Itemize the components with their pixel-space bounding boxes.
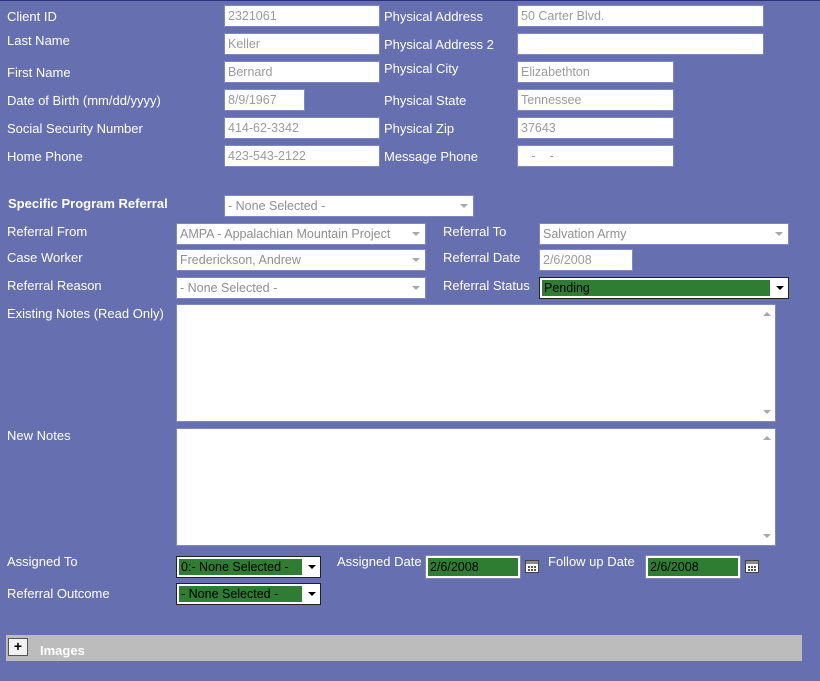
scroll-up-icon[interactable] [763, 312, 771, 316]
images-section-bar[interactable]: + Images [6, 635, 802, 661]
referral-status-value: Pending [542, 280, 770, 296]
physical-zip-field[interactable]: 37643 [517, 117, 674, 139]
home-phone-field[interactable]: 423-543-2122 [224, 145, 380, 167]
referral-reason-value: - None Selected - [180, 281, 278, 295]
top-border [0, 0, 820, 1]
assigned-to-select[interactable]: 0:- None Selected - [176, 556, 321, 578]
calendar-icon[interactable] [525, 560, 539, 573]
physical-address2-field[interactable] [517, 33, 764, 55]
new-notes-scrollbar[interactable] [759, 429, 775, 545]
referral-from-select[interactable]: AMPA - Appalachian Mountain Project [176, 223, 426, 245]
expand-images-button[interactable]: + [8, 638, 28, 656]
first-name-label: First Name [7, 65, 71, 80]
scroll-down-icon[interactable] [763, 410, 771, 414]
chevron-down-icon [776, 286, 784, 290]
chevron-down-icon [460, 204, 468, 208]
last-name-label: Last Name [7, 33, 70, 48]
client-id-label: Client ID [7, 9, 57, 24]
referral-status-select[interactable]: Pending [539, 277, 789, 299]
existing-notes-textarea[interactable] [176, 304, 776, 422]
assigned-date-field[interactable]: 2/6/2008 [425, 555, 521, 579]
referral-from-label: Referral From [7, 224, 88, 239]
dob-label: Date of Birth (mm/dd/yyyy) [7, 93, 161, 108]
physical-zip-label: Physical Zip [384, 121, 455, 136]
chevron-down-icon [308, 565, 316, 569]
case-worker-label: Case Worker [7, 250, 83, 265]
scroll-up-icon[interactable] [763, 436, 771, 440]
followup-date-label: Follow up Date [548, 554, 635, 569]
existing-notes-label: Existing Notes (Read Only) [7, 306, 164, 321]
physical-state-field[interactable]: Tennessee [517, 89, 674, 111]
referral-status-label: Referral Status [443, 278, 530, 293]
referral-date-field[interactable]: 2/6/2008 [539, 249, 633, 271]
new-notes-textarea[interactable] [176, 428, 776, 546]
chevron-down-icon [412, 258, 420, 262]
physical-city-label: Physical City [384, 61, 459, 76]
dob-field[interactable]: 8/9/1967 [224, 89, 305, 111]
referral-to-value: Salvation Army [543, 227, 627, 241]
physical-city-field[interactable]: Elizabethton [517, 61, 674, 83]
physical-state-label: Physical State [384, 93, 467, 108]
referral-reason-select[interactable]: - None Selected - [176, 277, 426, 299]
followup-date-field[interactable]: 2/6/2008 [645, 555, 741, 579]
chevron-down-icon [775, 232, 783, 236]
specific-program-value: - None Selected - [228, 199, 326, 213]
referral-to-label: Referral To [443, 224, 507, 239]
assigned-to-label: Assigned To [7, 554, 78, 569]
new-notes-label: New Notes [7, 428, 71, 443]
first-name-field[interactable]: Bernard [224, 61, 380, 83]
scroll-down-icon[interactable] [763, 534, 771, 538]
assigned-date-label: Assigned Date [337, 554, 422, 569]
physical-address-label: Physical Address [384, 9, 483, 24]
specific-program-label: Specific Program Referral [8, 196, 168, 211]
message-phone-field[interactable]: - - [517, 145, 674, 167]
referral-to-select[interactable]: Salvation Army [539, 223, 789, 245]
chevron-down-icon [412, 232, 420, 236]
referral-outcome-select[interactable]: - None Selected - [176, 583, 321, 605]
ssn-label: Social Security Number [7, 121, 143, 136]
last-name-field[interactable]: Keller [224, 33, 380, 55]
case-worker-value: Frederickson, Andrew [180, 253, 301, 267]
specific-program-select[interactable]: - None Selected - [224, 195, 474, 217]
referral-outcome-label: Referral Outcome [7, 586, 110, 601]
physical-address-field[interactable]: 50 Carter Blvd. [517, 5, 764, 27]
case-worker-select[interactable]: Frederickson, Andrew [176, 249, 426, 271]
ssn-field[interactable]: 414-62-3342 [224, 117, 380, 139]
calendar-icon[interactable] [745, 560, 759, 573]
home-phone-label: Home Phone [7, 149, 83, 164]
referral-reason-label: Referral Reason [7, 278, 102, 293]
assigned-to-value: 0:- None Selected - [179, 559, 302, 575]
message-phone-label: Message Phone [384, 149, 478, 164]
referral-date-label: Referral Date [443, 250, 521, 265]
existing-notes-scrollbar[interactable] [759, 305, 775, 421]
physical-address2-label: Physical Address 2 [384, 37, 494, 52]
referral-from-value: AMPA - Appalachian Mountain Project [180, 227, 391, 241]
referral-outcome-value: - None Selected - [179, 586, 302, 602]
chevron-down-icon [308, 592, 316, 596]
chevron-down-icon [412, 286, 420, 290]
client-id-field[interactable]: 2321061 [224, 5, 380, 27]
images-section-label: Images [40, 643, 85, 658]
